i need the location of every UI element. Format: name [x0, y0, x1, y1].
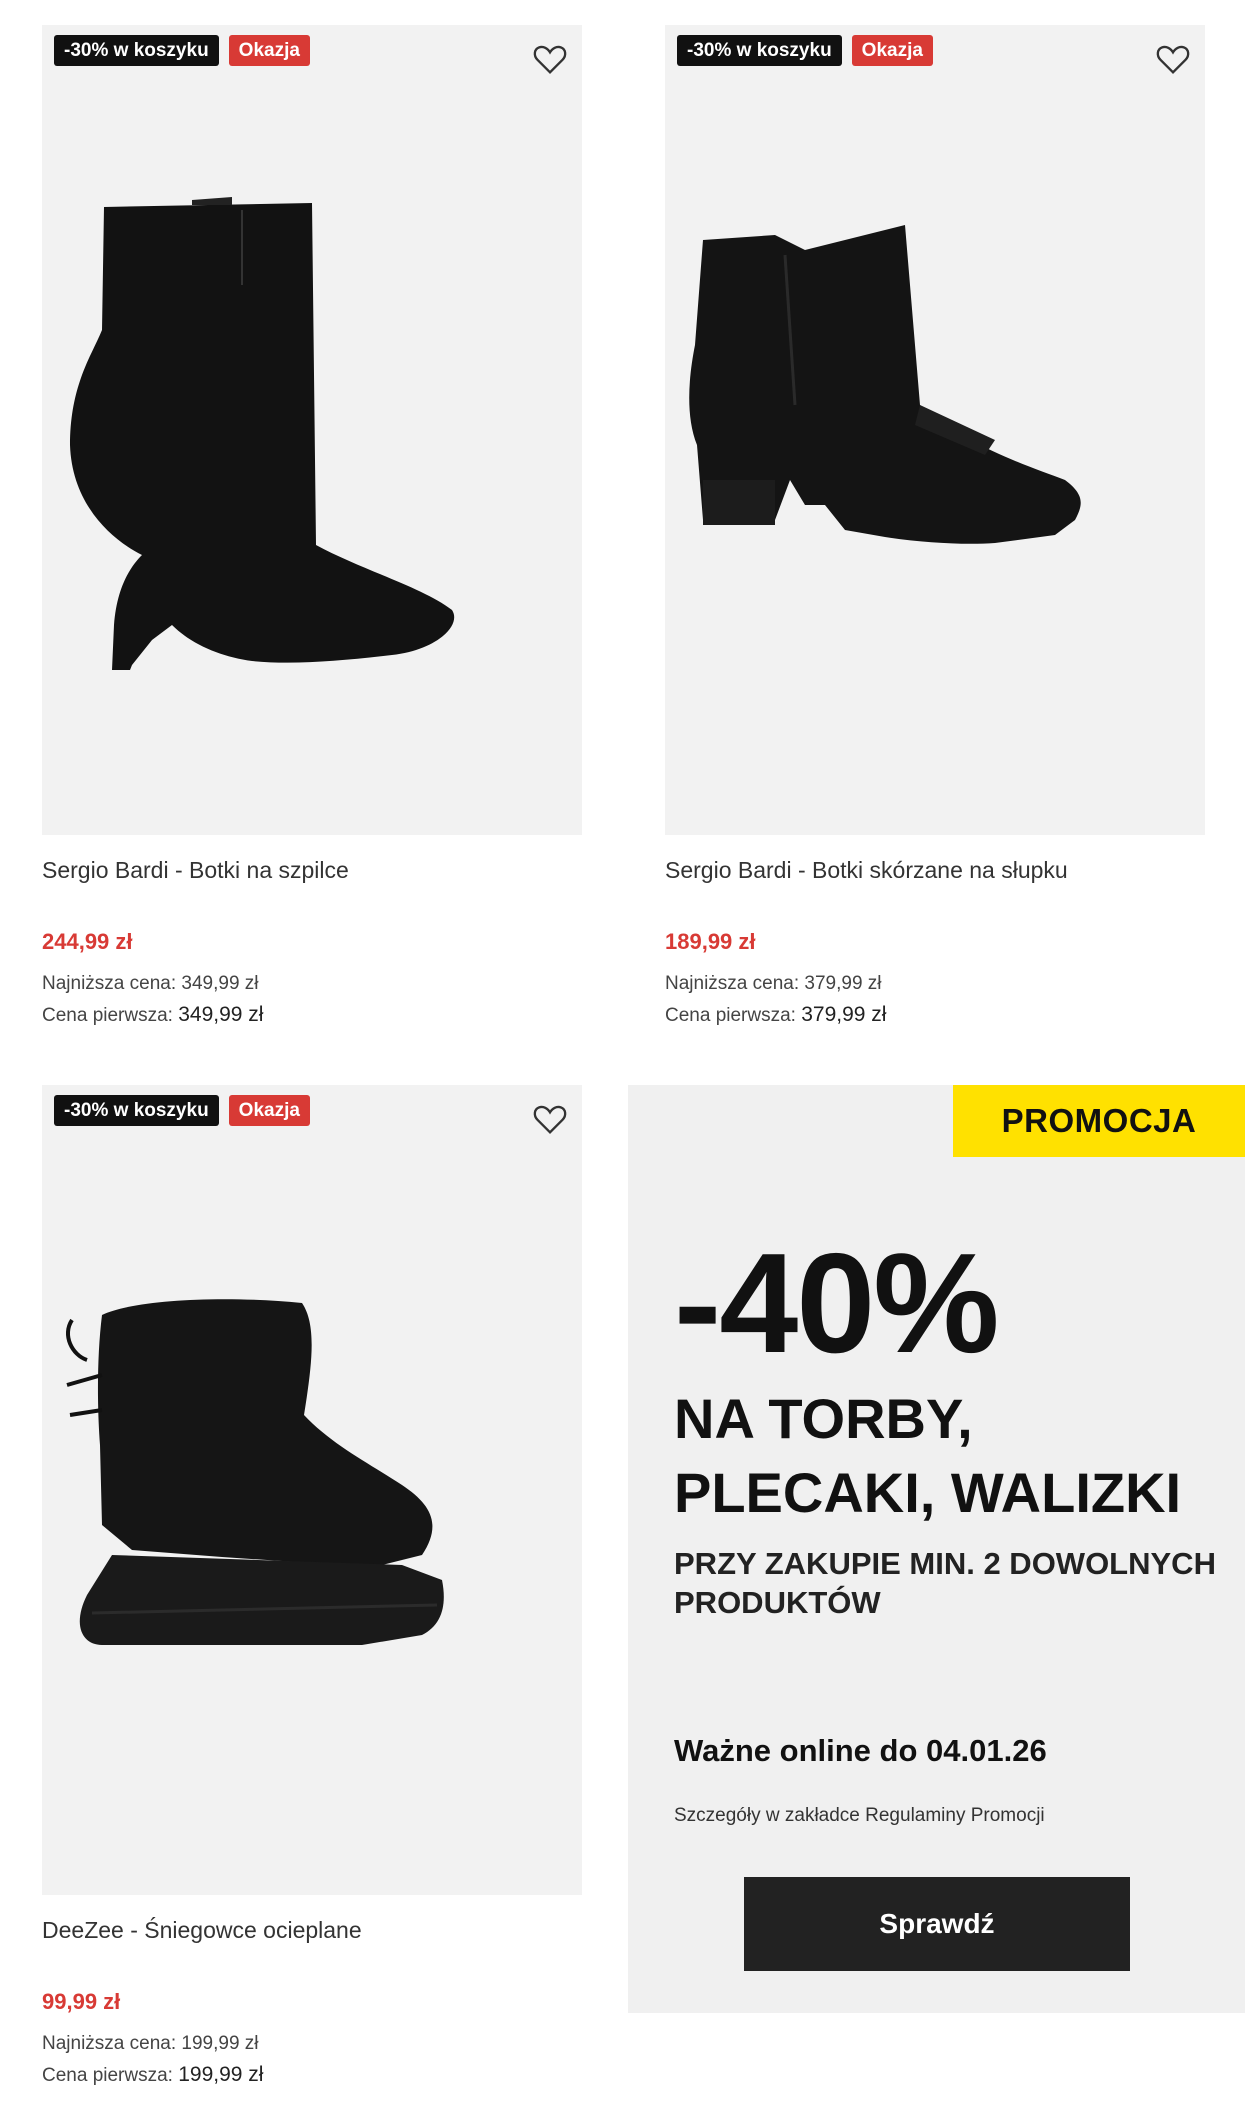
promo-subline: PRZY ZAKUPIE MIN. 2 DOWOLNYCH PRODUKTÓW: [674, 1546, 1216, 1620]
promo-validity: Ważne online do 04.01.26: [674, 1733, 1047, 1768]
promo-details: Szczegóły w zakładce Regulaminy Promocji: [674, 1805, 1045, 1826]
heart-icon[interactable]: [530, 1099, 570, 1139]
product-price: 189,99 zł: [665, 929, 756, 954]
product-image[interactable]: -30% w koszyku Okazja: [665, 25, 1205, 835]
lowest-price: Najniższa cena: 349,99 zł: [42, 973, 259, 994]
product-image[interactable]: -30% w koszyku Okazja: [42, 25, 582, 835]
discount-badge: -30% w koszyku: [677, 35, 842, 66]
product-title[interactable]: DeeZee - Śniegowce ocieplane: [42, 1917, 362, 1944]
promo-headline-1: NA TORBY,: [674, 1387, 973, 1450]
first-price-label: Cena pierwsza:: [665, 1005, 796, 1026]
product-card[interactable]: -30% w koszyku Okazja Sergio Bardi - Bot…: [665, 25, 1205, 1027]
first-price-label: Cena pierwsza:: [42, 2065, 173, 2086]
lowest-price: Najniższa cena: 199,99 zł: [42, 2033, 259, 2054]
deal-badge: Okazja: [851, 35, 933, 66]
discount-badge: -30% w koszyku: [54, 1095, 219, 1126]
discount-badge: -30% w koszyku: [54, 35, 219, 66]
first-price-value: 349,99 zł: [178, 1003, 264, 1026]
first-price-label: Cena pierwsza:: [42, 1005, 173, 1026]
product-price: 244,99 zł: [42, 929, 133, 954]
lowest-price: Najniższa cena: 379,99 zł: [665, 973, 882, 994]
block-heel-boot-image: [689, 225, 1081, 544]
deal-badge: Okazja: [228, 35, 310, 66]
product-price: 99,99 zł: [42, 1989, 121, 2014]
first-price: Cena pierwsza: 379,99 zł: [665, 1003, 886, 1027]
product-image[interactable]: -30% w koszyku Okazja: [42, 1085, 582, 1895]
deal-badge: Okazja: [228, 1095, 310, 1126]
product-title[interactable]: Sergio Bardi - Botki na szpilce: [42, 857, 349, 884]
product-card[interactable]: -30% w koszyku Okazja DeeZee - Śniegowce…: [42, 1085, 582, 2087]
promo-banner[interactable]: PROMOCJA -40% NA TORBY, PLECAKI, WALIZKI…: [628, 1085, 1245, 2013]
promo-headline-2: PLECAKI, WALIZKI: [674, 1461, 1182, 1524]
product-title[interactable]: Sergio Bardi - Botki skórzane na słupku: [665, 857, 1068, 884]
promo-discount: -40%: [674, 1224, 999, 1383]
first-price-value: 379,99 zł: [801, 1003, 887, 1026]
promo-tag: PROMOCJA: [953, 1085, 1245, 1157]
snow-boot-image: [66, 1299, 444, 1645]
first-price: Cena pierwsza: 199,99 zł: [42, 2063, 263, 2087]
product-card[interactable]: -30% w koszyku Okazja Sergio Bardi - Bot…: [42, 25, 582, 1027]
check-button[interactable]: Sprawdź: [744, 1877, 1130, 1971]
heart-icon[interactable]: [530, 39, 570, 79]
first-price: Cena pierwsza: 349,99 zł: [42, 1003, 263, 1027]
first-price-value: 199,99 zł: [178, 2063, 264, 2086]
heart-icon[interactable]: [1153, 39, 1193, 79]
heeled-boot-image: [70, 197, 455, 670]
